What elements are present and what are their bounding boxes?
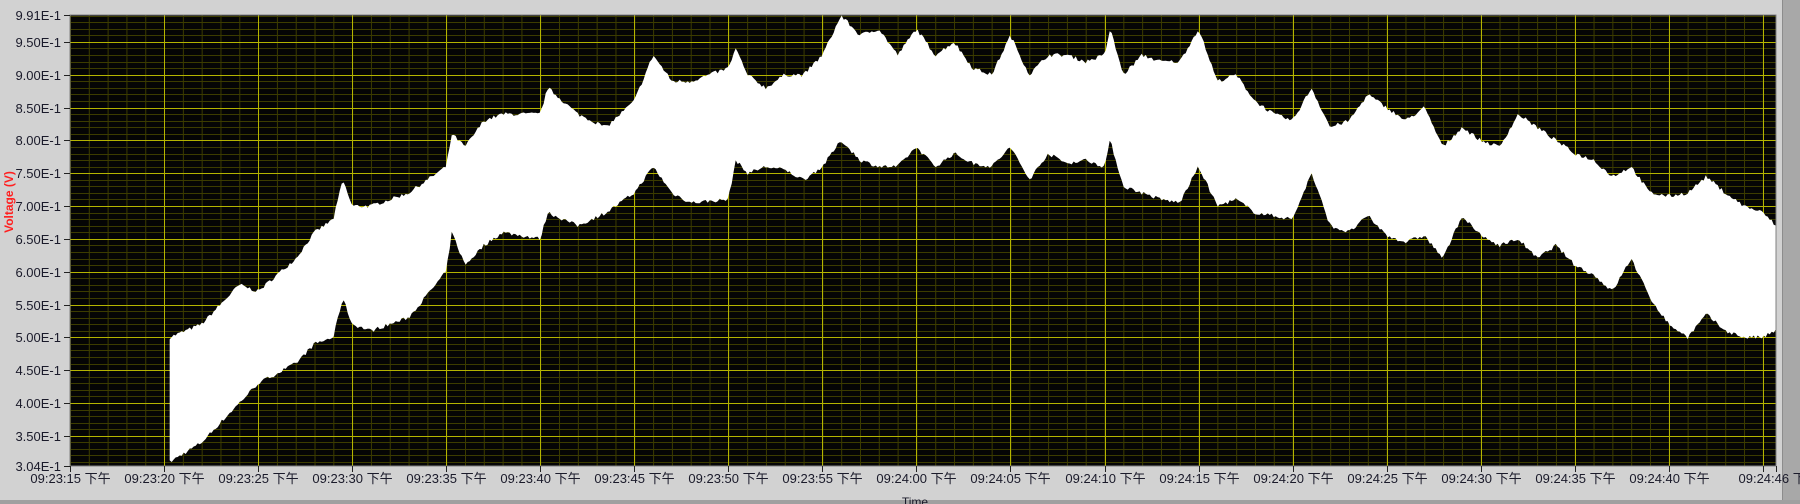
waveform-chart: 9.91E-1 9.50E-1 9.00E-1 8.50E-1 8.00E-1 7.50E… <box>2 8 1800 504</box>
y-tick-label: 6.00E-1 <box>15 265 61 280</box>
x-tick-label: 09:24:25 下午 <box>1347 471 1427 486</box>
x-tick-label: 09:24:30 下午 <box>1441 471 1521 486</box>
y-tick-label: 4.00E-1 <box>15 396 61 411</box>
y-tick-label: 7.50E-1 <box>15 166 61 181</box>
x-tick-label: 09:23:20 下午 <box>124 471 204 486</box>
y-tick-label: 9.91E-1 <box>15 8 61 23</box>
y-tick-label: 8.50E-1 <box>15 101 61 116</box>
x-tick-label: 09:23:40 下午 <box>500 471 580 486</box>
x-tick-label: 09:24:35 下午 <box>1535 471 1615 486</box>
x-tick-label: 09:23:45 下午 <box>594 471 674 486</box>
x-tick-label: 09:23:50 下午 <box>688 471 768 486</box>
x-tick-label: 09:23:35 下午 <box>406 471 486 486</box>
x-tick-label: 09:24:10 下午 <box>1065 471 1145 486</box>
y-tick-label: 7.00E-1 <box>15 199 61 214</box>
y-tick-label: 5.50E-1 <box>15 298 61 313</box>
x-tick-label: 09:24:15 下午 <box>1159 471 1239 486</box>
x-tick-label: 09:24:40 下午 <box>1629 471 1709 486</box>
x-tick-label: 09:23:30 下午 <box>312 471 392 486</box>
y-tick-label: 4.50E-1 <box>15 363 61 378</box>
y-tick-label: 9.00E-1 <box>15 68 61 83</box>
x-tick-label: 09:24:20 下午 <box>1253 471 1333 486</box>
x-axis-title: Time <box>902 495 929 504</box>
y-axis: 9.91E-1 9.50E-1 9.00E-1 8.50E-1 8.00E-1 7.50E… <box>15 8 70 474</box>
y-tick-label: 3.50E-1 <box>15 429 61 444</box>
y-tick-label: 5.00E-1 <box>15 330 61 345</box>
x-tick-label: 09:23:25 下午 <box>218 471 298 486</box>
y-axis-title: Voltage (V) <box>2 171 16 233</box>
y-tick-label: 9.50E-1 <box>15 35 61 50</box>
y-tick-label: 8.00E-1 <box>15 133 61 148</box>
x-axis: 09:23:15 下午 09:23:20 下午 09:23:25 下午 09:23:3… <box>30 466 1800 486</box>
x-tick-label: 09:24:00 下午 <box>876 471 956 486</box>
x-tick-label: 09:23:15 下午 <box>30 471 110 486</box>
x-tick-label: 09:24:05 下午 <box>970 471 1050 486</box>
x-tick-label: 09:23:55 下午 <box>782 471 862 486</box>
x-tick-label: 09:24:46 下午 <box>1739 471 1800 486</box>
y-tick-label: 6.50E-1 <box>15 232 61 247</box>
